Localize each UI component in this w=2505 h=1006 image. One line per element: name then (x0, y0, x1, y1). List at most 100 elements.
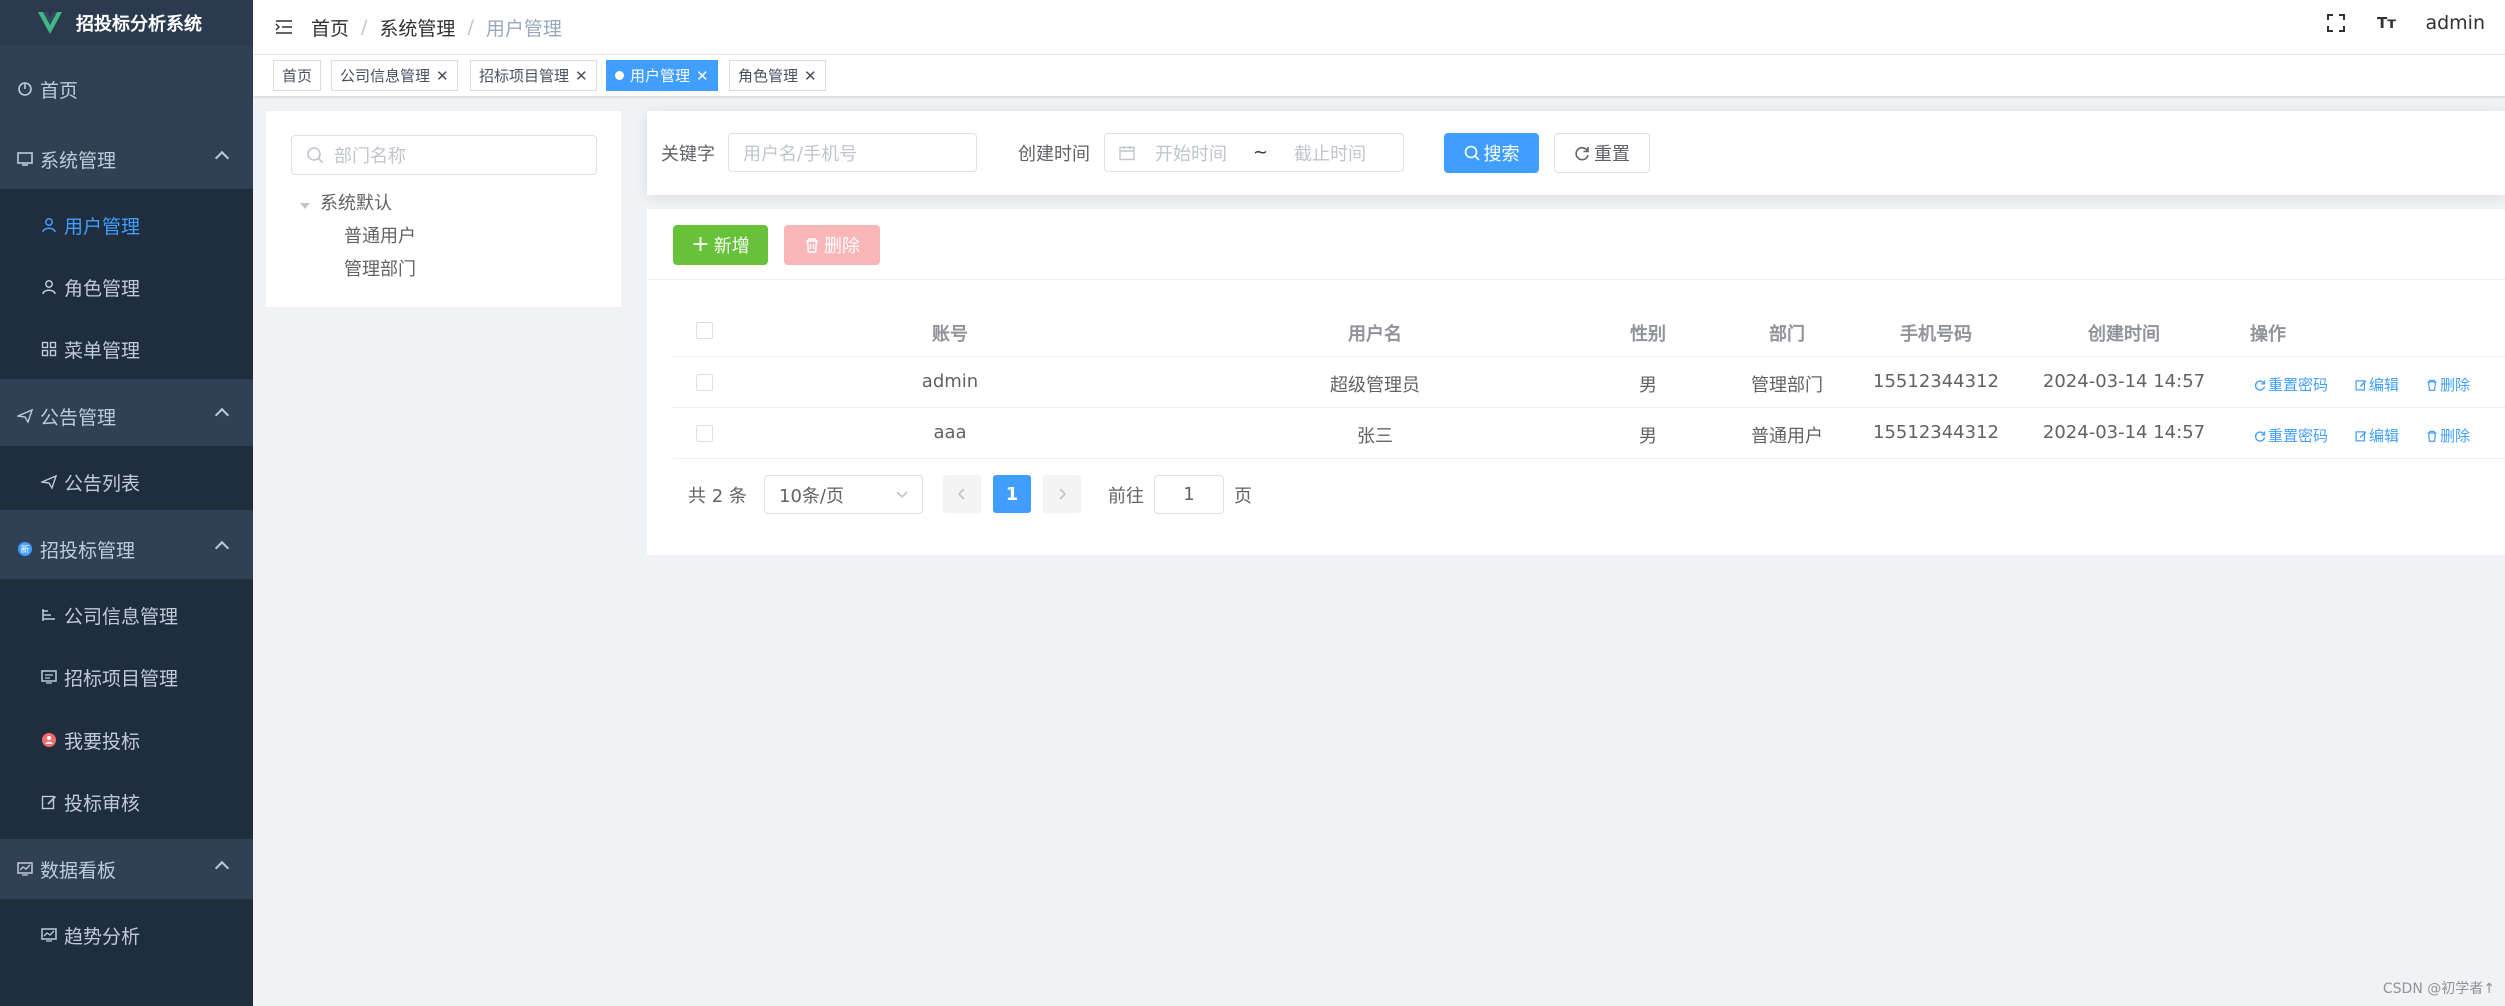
tag-bid-project[interactable]: 招标项目管理 ✕ (470, 60, 597, 91)
dept-search-input[interactable]: 部门名称 (291, 135, 597, 175)
page-number-current[interactable]: 1 (993, 475, 1031, 513)
page-size-select[interactable]: 10条/页 (764, 475, 923, 514)
goto-page-input[interactable]: 1 (1154, 475, 1224, 514)
sidebar-item-label: 用户管理 (64, 215, 141, 238)
page-size-value: 10条/页 (779, 485, 844, 507)
cell-dept: 管理部门 (1751, 375, 1823, 396)
sidebar-item-role-mgmt[interactable]: 角色管理 (0, 257, 253, 317)
navbar: 首页 / 系统管理 / 用户管理 Tт admin (253, 0, 2505, 55)
row-checkbox[interactable] (696, 425, 713, 442)
sidebar-item-trend[interactable]: 趋势分析 (0, 905, 253, 965)
row-divider (673, 356, 2505, 357)
delete-link[interactable]: 删除 (2426, 374, 2470, 395)
font-size-icon[interactable]: Tт (2375, 12, 2397, 34)
grid-icon (38, 338, 60, 360)
start-time-placeholder: 开始时间 (1155, 143, 1227, 165)
tag-home[interactable]: 首页 (273, 60, 322, 91)
date-range-picker[interactable]: 开始时间 ~ 截止时间 (1104, 133, 1404, 172)
tag-company-info[interactable]: 公司信息管理 ✕ (331, 60, 458, 91)
sidebar-item-menu-mgmt[interactable]: 菜单管理 (0, 319, 253, 379)
close-icon[interactable]: ✕ (436, 67, 449, 85)
dept-search-placeholder: 部门名称 (334, 146, 406, 167)
cell-phone: 15512344312 (1873, 371, 1999, 392)
sidebar-item-home[interactable]: 首页 (0, 59, 253, 119)
reset-password-link[interactable]: 重置密码 (2254, 425, 2328, 446)
plus-icon: + (691, 232, 710, 257)
close-icon[interactable]: ✕ (696, 67, 709, 85)
sidebar-item-bid-project[interactable]: 招标项目管理 (0, 647, 253, 707)
delete-label: 删除 (2440, 427, 2471, 445)
reset-password-label: 重置密码 (2268, 376, 2329, 394)
chevron-up-icon (214, 540, 230, 556)
delete-link[interactable]: 删除 (2426, 425, 2470, 446)
navbar-right: Tт admin (2325, 0, 2485, 46)
edit-link[interactable]: 编辑 (2355, 374, 2399, 395)
person-icon (38, 276, 60, 298)
tree-node-normal-user[interactable]: 普通用户 (344, 222, 416, 248)
caret-down-icon[interactable] (300, 203, 310, 209)
breadcrumb: 首页 / 系统管理 / 用户管理 (311, 14, 562, 41)
user-menu[interactable]: admin (2425, 12, 2485, 34)
goto-page-value: 1 (1183, 484, 1195, 505)
pagination-total: 共 2 条 (688, 486, 747, 507)
keyword-input[interactable]: 用户名/手机号 (728, 133, 977, 172)
sidebar-item-company-info[interactable]: 公司信息管理 (0, 585, 253, 645)
reset-password-link[interactable]: 重置密码 (2254, 374, 2328, 395)
search-button[interactable]: 搜索 (1444, 133, 1539, 173)
col-gender: 性别 (1630, 324, 1666, 345)
tree-node-root[interactable]: 系统默认 (300, 189, 392, 215)
sidebar-group-notice[interactable]: 公告管理 (0, 386, 253, 446)
sidebar-item-my-bid[interactable]: 我要投标 (0, 710, 253, 770)
sidebar-group-bidding[interactable]: 新 招投标管理 (0, 519, 253, 579)
refresh-icon (2254, 379, 2266, 391)
breadcrumb-home[interactable]: 首页 (311, 14, 349, 41)
hamburger-icon[interactable] (273, 16, 295, 38)
close-icon[interactable]: ✕ (575, 67, 588, 85)
refresh-icon (1575, 146, 1589, 161)
tag-role-mgmt[interactable]: 角色管理 ✕ (729, 60, 826, 91)
sidebar-group-label: 招投标管理 (40, 539, 136, 562)
sidebar-item-user-mgmt[interactable]: 用户管理 (0, 195, 253, 255)
user-table-card: + 新增 删除 账号 用户名 性别 部门 手机号码 创建时间 操作 admin … (647, 209, 2505, 555)
next-page-button[interactable] (1043, 475, 1081, 513)
edit-label: 编辑 (2369, 376, 2400, 394)
chart-monitor-icon (38, 924, 60, 946)
chevron-up-icon (214, 150, 230, 166)
sidebar-item-label: 趋势分析 (64, 925, 141, 948)
breadcrumb-separator: / (361, 16, 368, 38)
tree-node-label: 管理部门 (344, 259, 416, 280)
monitor-icon (14, 148, 36, 170)
trash-icon (2427, 379, 2437, 391)
tree-node-label: 系统默认 (320, 193, 392, 214)
tree-node-admin-dept[interactable]: 管理部门 (344, 255, 416, 281)
breadcrumb-system[interactable]: 系统管理 (379, 14, 455, 41)
active-dot-icon (615, 71, 624, 80)
reset-password-label: 重置密码 (2268, 427, 2329, 445)
sidebar-group-dashboard[interactable]: 数据看板 (0, 839, 253, 899)
badge-icon: 新 (14, 538, 36, 560)
edit-link[interactable]: 编辑 (2355, 425, 2399, 446)
reset-button[interactable]: 重置 (1554, 133, 1650, 173)
tag-label: 角色管理 (738, 67, 799, 85)
delete-button[interactable]: 删除 (784, 225, 880, 265)
sidebar-item-notice-list[interactable]: 公告列表 (0, 452, 253, 512)
fullscreen-icon[interactable] (2325, 12, 2347, 34)
logo[interactable]: 招投标分析系统 (0, 0, 253, 46)
row-checkbox[interactable] (696, 374, 713, 391)
cell-created: 2024-03-14 14:57 (2042, 422, 2206, 443)
prev-page-button[interactable] (943, 475, 981, 513)
vue-logo-icon (38, 12, 62, 34)
row-divider (673, 407, 2505, 408)
add-button[interactable]: + 新增 (673, 225, 768, 265)
close-icon[interactable]: ✕ (804, 67, 817, 85)
cell-account: admin (921, 371, 979, 392)
col-account: 账号 (932, 324, 968, 345)
search-icon (1464, 145, 1480, 161)
add-button-label: 新增 (713, 236, 750, 257)
tag-user-mgmt[interactable]: 用户管理 ✕ (606, 60, 718, 91)
select-all-checkbox[interactable] (696, 322, 713, 339)
cell-created: 2024-03-14 14:57 (2042, 371, 2206, 392)
sidebar-item-bid-review[interactable]: 投标审核 (0, 772, 253, 832)
sidebar-group-system[interactable]: 系统管理 (0, 129, 253, 189)
tree-node-label: 普通用户 (344, 226, 416, 247)
